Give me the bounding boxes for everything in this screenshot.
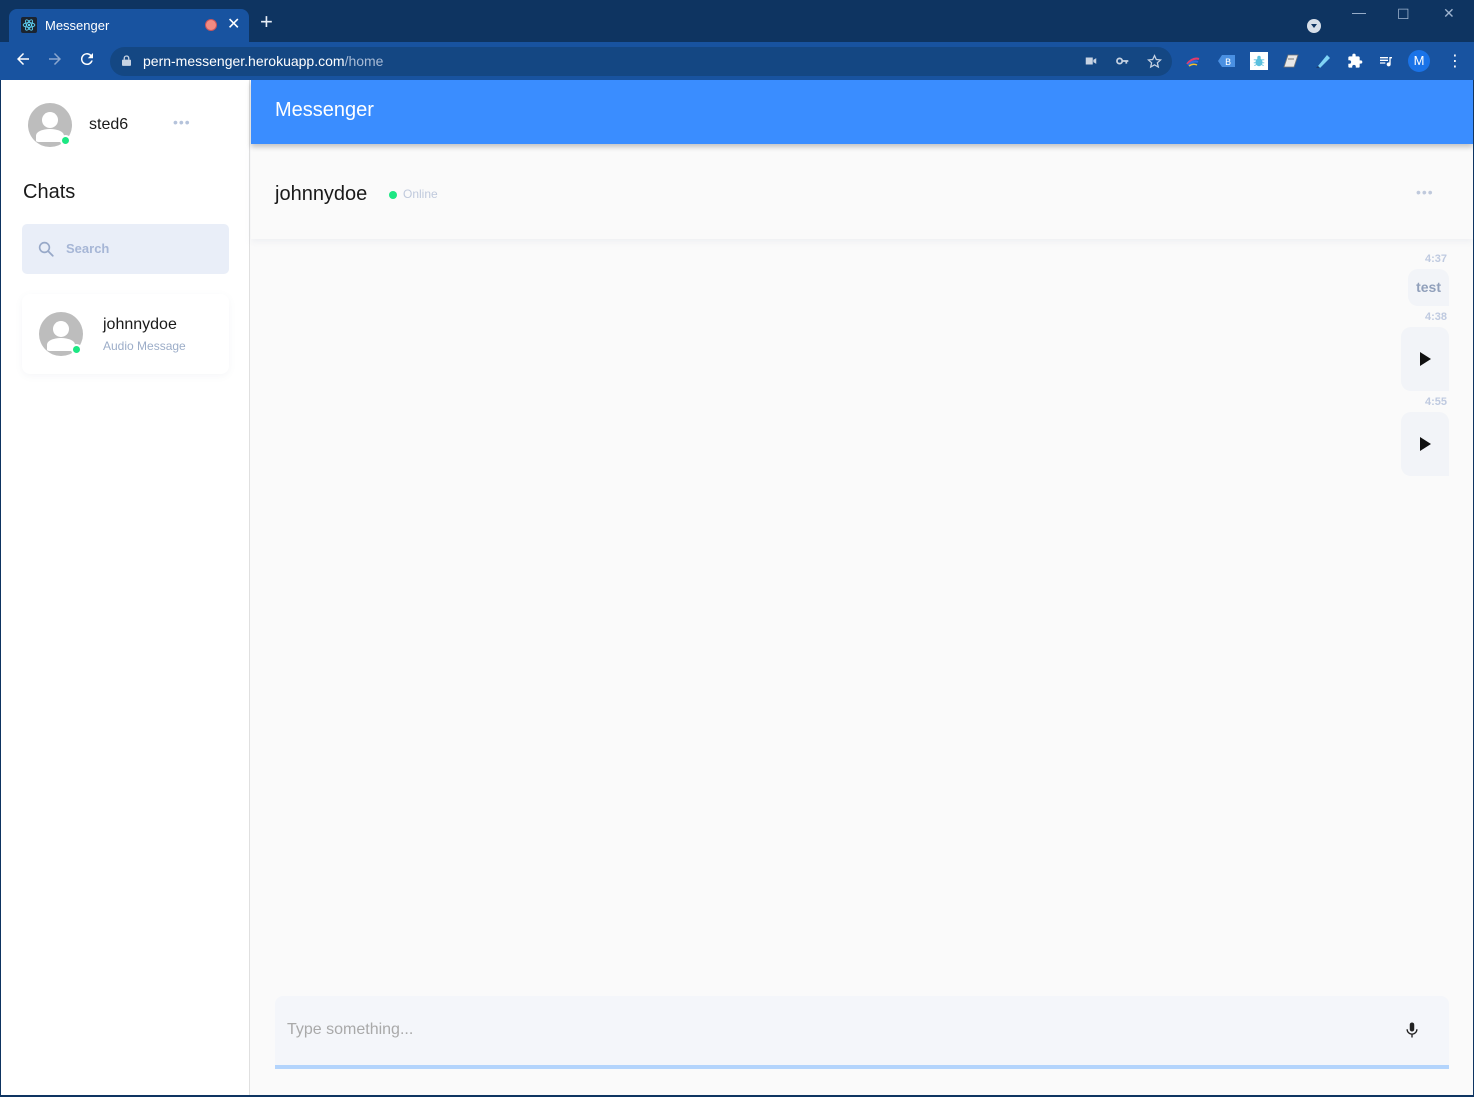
message-timestamp: 4:37 bbox=[1424, 253, 1447, 265]
contact-online-indicator bbox=[71, 344, 82, 355]
tab-search-dropdown-icon[interactable] bbox=[1307, 19, 1321, 33]
react-icon bbox=[21, 17, 37, 33]
tab-title: Messenger bbox=[45, 18, 110, 33]
key-icon[interactable] bbox=[1115, 54, 1130, 71]
chat-more-options-icon[interactable]: ••• bbox=[1416, 184, 1434, 200]
browser-toolbar: pern-messenger.herokuapp.com/home B M ⋮ bbox=[0, 42, 1474, 80]
url-text: pern-messenger.herokuapp.com/home bbox=[143, 53, 384, 69]
tab-close-icon[interactable]: ✕ bbox=[227, 14, 240, 34]
bug-extension-icon[interactable] bbox=[1250, 52, 1268, 70]
microphone-icon[interactable] bbox=[1403, 1019, 1421, 1046]
back-arrow-icon[interactable] bbox=[14, 50, 32, 72]
browser-window: Messenger ✕ + — ☐ ✕ pern-messenger.herok… bbox=[0, 0, 1474, 1097]
color-picker-extension-icon[interactable] bbox=[1184, 52, 1202, 70]
user-online-indicator bbox=[60, 135, 71, 146]
app-bar: Messenger bbox=[251, 80, 1473, 144]
message-bubble: test bbox=[1408, 269, 1449, 306]
recording-indicator-icon bbox=[205, 19, 217, 31]
lock-icon bbox=[122, 55, 131, 66]
minimize-icon[interactable]: — bbox=[1352, 4, 1366, 20]
chat-partner-name: johnnydoe bbox=[275, 183, 368, 205]
address-bar[interactable]: pern-messenger.herokuapp.com/home bbox=[110, 47, 1172, 76]
message-timestamp: 4:55 bbox=[1424, 396, 1447, 408]
svg-text:B: B bbox=[1225, 58, 1231, 68]
eraser-extension-icon[interactable] bbox=[1282, 52, 1300, 70]
conversation-preview: Audio Message bbox=[103, 339, 186, 353]
chat-panel: Messenger johnnydoe Online ••• 4:37 test… bbox=[251, 80, 1473, 1095]
person-icon bbox=[42, 111, 58, 128]
message-timestamp: 4:38 bbox=[1424, 311, 1447, 323]
camera-icon[interactable] bbox=[1084, 54, 1098, 71]
current-username: sted6 bbox=[89, 116, 129, 133]
forward-arrow-icon[interactable] bbox=[46, 50, 64, 72]
browser-tab[interactable]: Messenger ✕ bbox=[9, 9, 249, 43]
message-input[interactable]: Type something... bbox=[275, 996, 1449, 1069]
profile-avatar[interactable]: M bbox=[1408, 50, 1430, 72]
highlighter-extension-icon[interactable] bbox=[1314, 52, 1332, 70]
tag-extension-icon[interactable]: B bbox=[1218, 52, 1236, 70]
chats-heading: Chats bbox=[23, 181, 76, 203]
audio-message[interactable] bbox=[1401, 412, 1449, 476]
play-icon[interactable] bbox=[1420, 352, 1431, 366]
web-page: sted6 ••• Chats Search johnnydoe Audio M… bbox=[1, 80, 1473, 1095]
user-more-options-icon[interactable]: ••• bbox=[173, 114, 191, 130]
new-tab-plus-icon[interactable]: + bbox=[260, 11, 273, 33]
conversation-item[interactable]: johnnydoe Audio Message bbox=[22, 294, 229, 374]
play-icon[interactable] bbox=[1420, 437, 1431, 451]
person-icon bbox=[53, 320, 69, 337]
chat-header: johnnydoe Online ••• bbox=[251, 144, 1473, 239]
message-input-placeholder: Type something... bbox=[287, 1021, 414, 1038]
audio-message[interactable] bbox=[1401, 327, 1449, 391]
window-close-icon[interactable]: ✕ bbox=[1443, 5, 1455, 22]
puzzle-icon[interactable] bbox=[1346, 52, 1364, 70]
search-input[interactable]: Search bbox=[22, 224, 229, 274]
maximize-icon[interactable]: ☐ bbox=[1397, 6, 1410, 23]
sidebar: sted6 ••• Chats Search johnnydoe Audio M… bbox=[1, 80, 250, 1095]
reload-icon[interactable] bbox=[78, 50, 96, 72]
online-status-text: Online bbox=[403, 187, 438, 201]
star-icon[interactable] bbox=[1146, 54, 1163, 72]
online-status-dot bbox=[389, 191, 397, 199]
search-icon bbox=[38, 241, 54, 257]
title-bar: Messenger ✕ + — ☐ ✕ bbox=[0, 0, 1474, 43]
search-placeholder: Search bbox=[66, 241, 110, 256]
playlist-icon[interactable] bbox=[1377, 52, 1395, 70]
app-title: Messenger bbox=[275, 99, 374, 121]
conversation-name: johnnydoe bbox=[103, 316, 177, 333]
browser-menu-icon[interactable]: ⋮ bbox=[1447, 51, 1463, 71]
